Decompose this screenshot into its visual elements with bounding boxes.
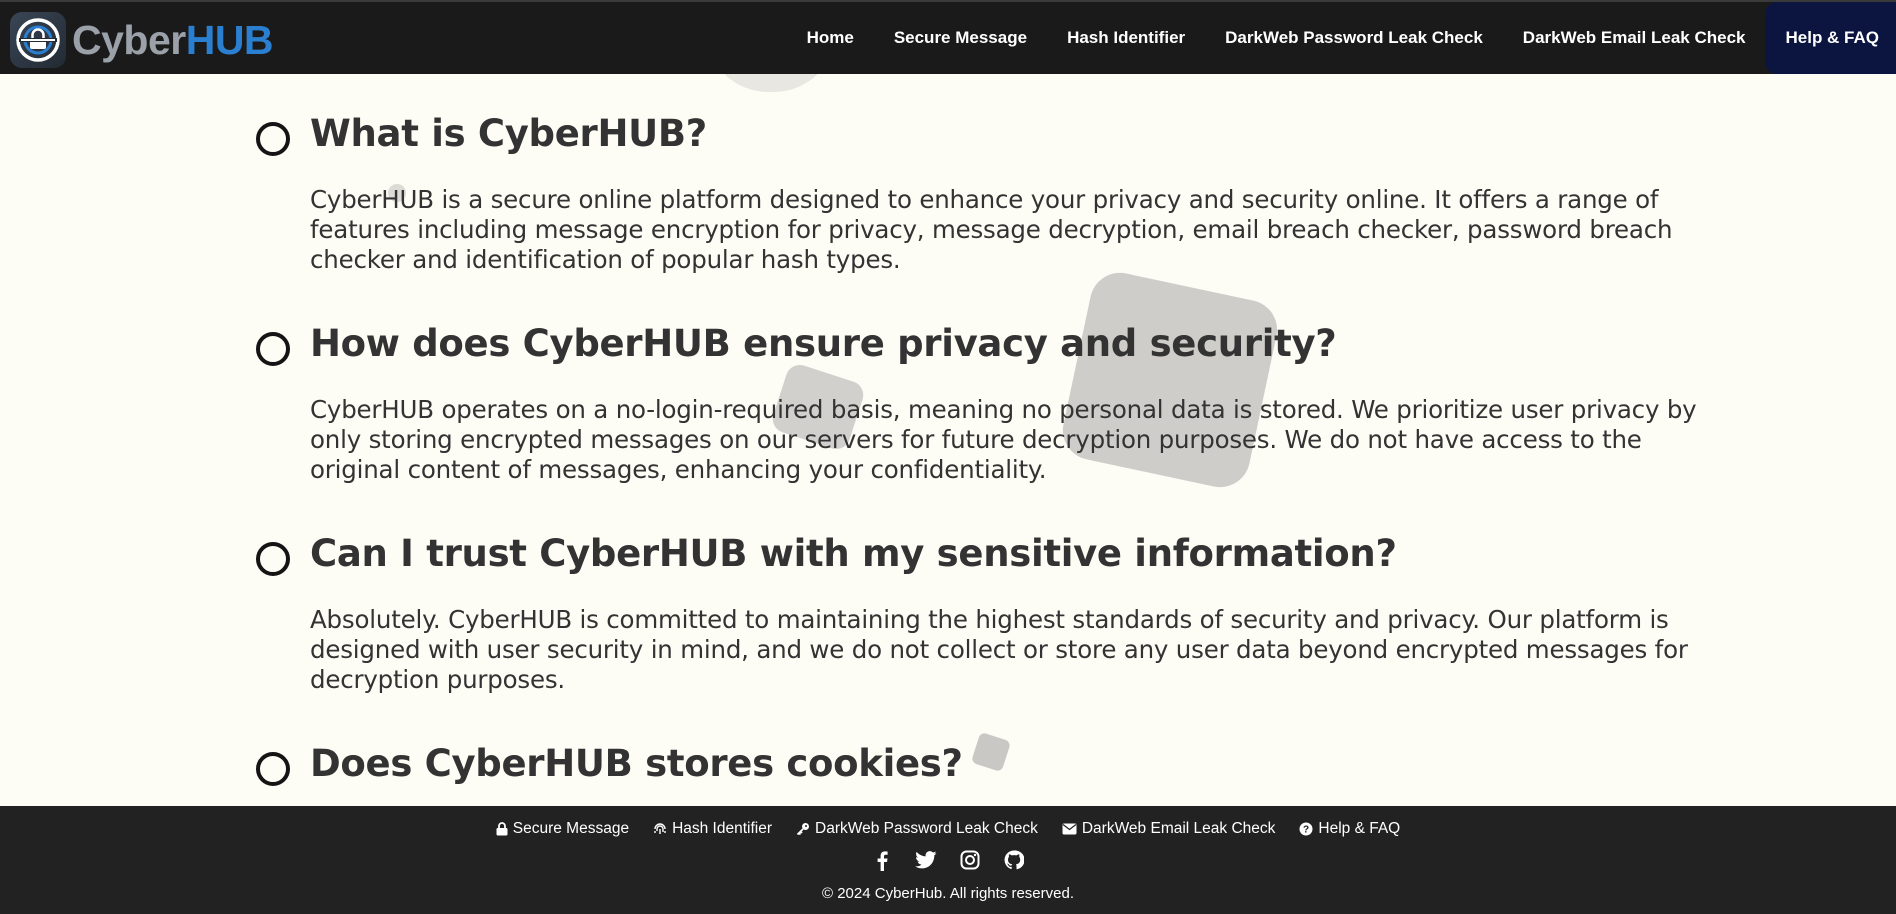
fingerprint-icon [654,823,666,834]
github-icon[interactable] [1002,848,1026,872]
nav-secure-message[interactable]: Secure Message [874,2,1047,74]
nav-home[interactable]: Home [787,2,874,74]
footer-link-darkweb-password-leak-check[interactable]: DarkWeb Password Leak Check [796,820,1038,838]
footer-link-darkweb-email-leak-check[interactable]: DarkWeb Email Leak Check [1062,820,1276,838]
top-navbar: CyberHUB Home Secure Message Hash Identi… [0,0,1896,74]
main-nav: Home Secure Message Hash Identifier Dark… [787,2,1896,74]
faq-answer: Absolutely. CyberHUB is committed to mai… [310,605,1688,694]
brand-name-part2: HUB [185,16,274,63]
footer-link-hash-identifier[interactable]: Hash Identifier [653,820,772,838]
twitter-icon[interactable] [914,848,938,872]
decorative-square-small [970,731,1012,773]
footer-link-label: Help & FAQ [1318,820,1401,837]
footer-link-label: DarkWeb Password Leak Check [815,820,1038,837]
faq-answer: CyberHUB is a secure online platform des… [310,185,1673,274]
nav-darkweb-email-leak-check[interactable]: DarkWeb Email Leak Check [1503,2,1766,74]
footer-link-label: DarkWeb Email Leak Check [1081,820,1276,837]
footer-link-label: Secure Message [512,820,630,837]
copyright-text: © 2024 CyberHub. All rights reserved. [821,885,1074,902]
faq-toggle-icon[interactable] [256,752,290,786]
faq-question[interactable]: Can I trust CyberHUB with my sensitive i… [310,532,1397,575]
nav-darkweb-password-leak-check[interactable]: DarkWeb Password Leak Check [1205,2,1503,74]
instagram-icon[interactable] [958,848,982,872]
footer-link-label: Hash Identifier [672,820,773,837]
logo-icon [10,12,66,68]
brand-logo[interactable]: CyberHUB [10,12,274,68]
nav-hash-identifier[interactable]: Hash Identifier [1047,2,1205,74]
footer: Secure Message Hash Identifier DarkWeb P… [0,806,1896,914]
faq-question[interactable]: What is CyberHUB? [310,112,707,155]
faq-toggle-icon[interactable] [256,122,290,156]
key-icon [796,823,810,836]
brand-name-part1: Cyber [72,16,186,63]
faq-answer: CyberHUB operates on a no-login-required… [310,395,1697,484]
footer-link-help-faq[interactable]: ? Help & FAQ [1299,820,1400,838]
nav-help-faq[interactable]: Help & FAQ [1765,2,1896,74]
envelope-icon [1062,823,1077,835]
svg-text:?: ? [1303,825,1309,836]
faq-toggle-icon[interactable] [256,332,290,366]
faq-toggle-icon[interactable] [256,542,290,576]
faq-question[interactable]: Does CyberHUB stores cookies? [310,742,963,785]
faq-question[interactable]: How does CyberHUB ensure privacy and sec… [310,322,1337,365]
social-links [0,848,1896,872]
question-circle-icon: ? [1299,822,1313,836]
lock-icon [496,822,508,836]
footer-links: Secure Message Hash Identifier DarkWeb P… [0,820,1896,838]
footer-link-secure-message[interactable]: Secure Message [496,820,629,838]
brand-name: CyberHUB [72,16,274,63]
facebook-icon[interactable] [870,848,894,872]
